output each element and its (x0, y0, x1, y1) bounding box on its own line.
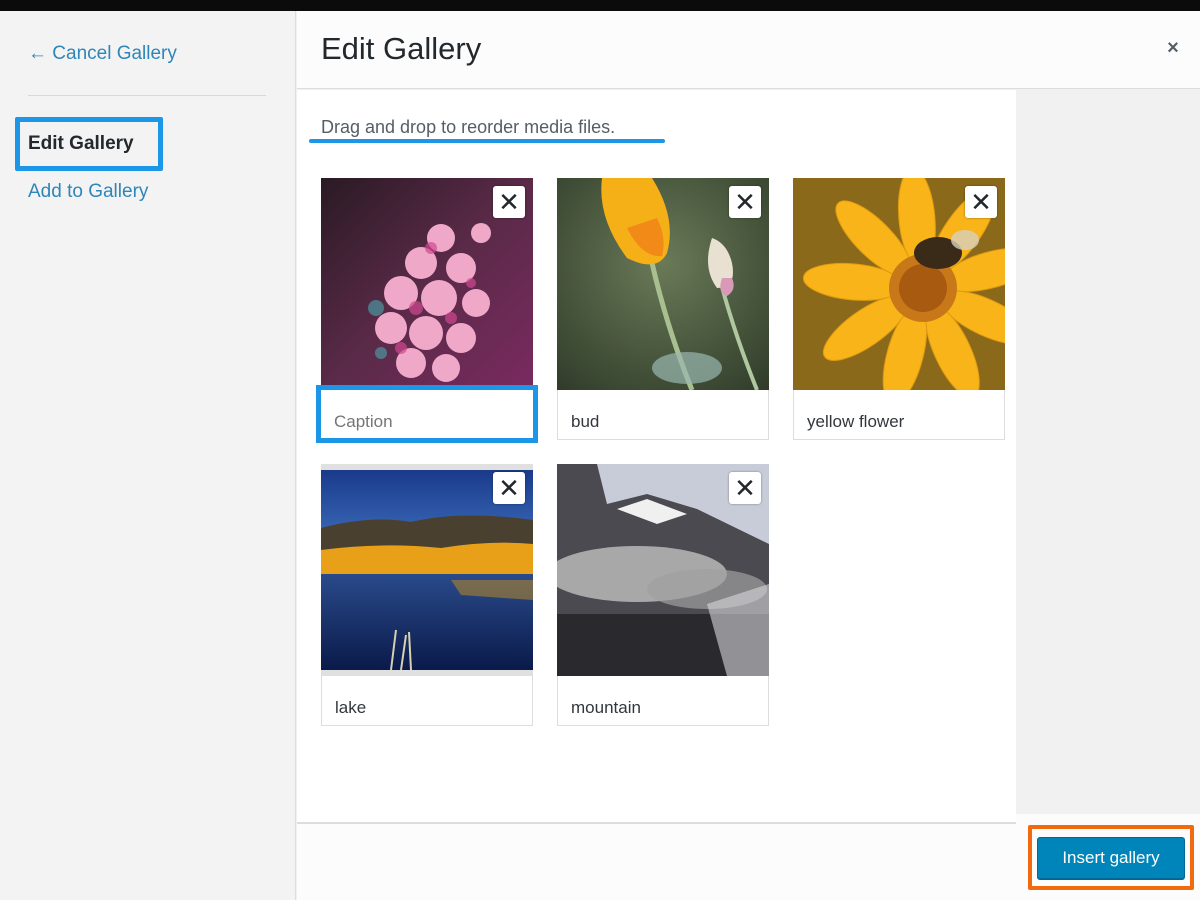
caption-input[interactable] (557, 676, 769, 726)
caption-input[interactable] (793, 390, 1005, 440)
instructions-highlight (309, 139, 665, 143)
remove-icon[interactable]: ✕ (729, 472, 761, 504)
insert-gallery-button[interactable]: Insert gallery (1037, 837, 1185, 879)
close-icon[interactable]: × (1162, 37, 1184, 59)
top-bar (0, 0, 1200, 11)
gallery-content: Drag and drop to reorder media files. ✕ … (297, 90, 1016, 822)
gallery-item[interactable]: ✕ (557, 464, 769, 726)
page-title: Edit Gallery (321, 31, 482, 66)
sidebar-divider (28, 95, 266, 96)
caption-input[interactable] (557, 390, 769, 440)
caption-input[interactable] (316, 385, 538, 443)
media-sidebar: ← Cancel Gallery Edit Gallery Add to Gal… (0, 11, 296, 900)
gallery-item[interactable]: ✕ (557, 178, 769, 440)
gallery-item[interactable]: ✕ (321, 464, 533, 726)
remove-icon[interactable]: ✕ (965, 186, 997, 218)
remove-icon[interactable]: ✕ (493, 186, 525, 218)
cancel-gallery-link[interactable]: ← Cancel Gallery (28, 43, 177, 65)
attachment-details-pane (1016, 90, 1200, 814)
modal-header: Edit Gallery × (297, 11, 1200, 89)
remove-icon[interactable]: ✕ (729, 186, 761, 218)
gallery-item[interactable]: ✕ (316, 178, 538, 443)
remove-icon[interactable]: ✕ (493, 472, 525, 504)
sidebar-item-add-to-gallery[interactable]: Add to Gallery (28, 181, 148, 203)
reorder-instructions: Drag and drop to reorder media files. (321, 117, 616, 137)
insert-gallery-highlight: Insert gallery (1028, 825, 1194, 890)
sidebar-item-edit-gallery[interactable]: Edit Gallery (15, 117, 163, 171)
gallery-item[interactable]: ✕ (793, 178, 1005, 440)
caption-input[interactable] (321, 676, 533, 726)
